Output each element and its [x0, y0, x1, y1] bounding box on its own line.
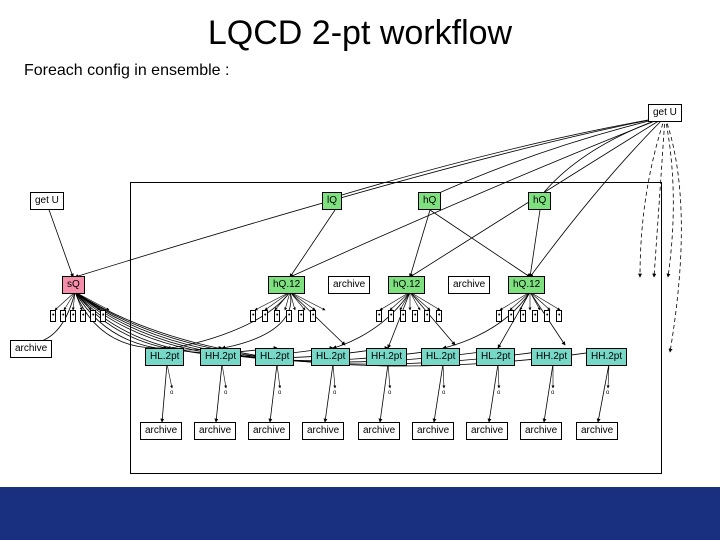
node-hh2pt-2: HH.2pt — [366, 348, 407, 366]
node-hl2pt-4: HL.2pt — [421, 348, 460, 366]
node-tiny: • — [90, 310, 96, 322]
node-archive-mid-1: archive — [328, 276, 370, 294]
node-tiny: • — [424, 310, 430, 322]
node-archive-8: archive — [520, 422, 562, 440]
node-hq-1: hQ — [418, 192, 441, 210]
node-hh2pt-1: HH.2pt — [200, 348, 241, 366]
node-tiny: • — [262, 310, 268, 322]
node-archive-mid-2: archive — [448, 276, 490, 294]
workflow-diagram: ooo ooo ooo get U get U lQ hQ hQ sQ hQ.1… — [0, 92, 720, 487]
node-hh2pt-4: HH.2pt — [586, 348, 627, 366]
node-hl2pt-2: HL.2pt — [255, 348, 294, 366]
node-tiny: • — [412, 310, 418, 322]
node-tiny: • — [310, 310, 316, 322]
node-lq: lQ — [322, 192, 342, 210]
node-sq: sQ — [62, 276, 85, 294]
node-archive-1: archive — [140, 422, 182, 440]
node-hq12-2: hQ.12 — [388, 276, 425, 294]
node-archive-6: archive — [412, 422, 454, 440]
node-archive-3: archive — [248, 422, 290, 440]
slide: LQCD 2-pt workflow Foreach config in ens… — [0, 0, 720, 540]
node-get-u-left: get U — [30, 192, 64, 210]
node-tiny: • — [274, 310, 280, 322]
node-tiny: • — [100, 310, 106, 322]
node-hh2pt-3: HH.2pt — [531, 348, 572, 366]
node-tiny: • — [508, 310, 514, 322]
node-tiny: • — [50, 310, 56, 322]
node-get-u-top: get U — [648, 104, 682, 122]
node-tiny: • — [388, 310, 394, 322]
node-archive-4: archive — [302, 422, 344, 440]
node-archive-left: archive — [10, 340, 52, 358]
slide-subtitle: Foreach config in ensemble : — [20, 60, 233, 82]
node-tiny: • — [298, 310, 304, 322]
node-tiny: • — [376, 310, 382, 322]
node-hl2pt-1: HL.2pt — [145, 348, 184, 366]
node-tiny: • — [60, 310, 66, 322]
node-tiny: • — [532, 310, 538, 322]
slide-title: LQCD 2-pt workflow — [0, 8, 720, 55]
node-archive-5: archive — [358, 422, 400, 440]
node-tiny: • — [496, 310, 502, 322]
node-tiny: • — [556, 310, 562, 322]
node-tiny: • — [544, 310, 550, 322]
node-archive-9: archive — [576, 422, 618, 440]
node-hl2pt-5: HL.2pt — [476, 348, 515, 366]
node-hl2pt-3: HL.2pt — [311, 348, 350, 366]
node-tiny: • — [80, 310, 86, 322]
node-archive-2: archive — [194, 422, 236, 440]
node-archive-7: archive — [466, 422, 508, 440]
node-hq12-3: hQ.12 — [508, 276, 545, 294]
node-tiny: • — [436, 310, 442, 322]
node-tiny: • — [520, 310, 526, 322]
node-hq-2: hQ — [528, 192, 551, 210]
node-tiny: • — [286, 310, 292, 322]
node-hq12-1: hQ.12 — [268, 276, 305, 294]
node-tiny: • — [400, 310, 406, 322]
node-tiny: • — [250, 310, 256, 322]
node-tiny: • — [70, 310, 76, 322]
